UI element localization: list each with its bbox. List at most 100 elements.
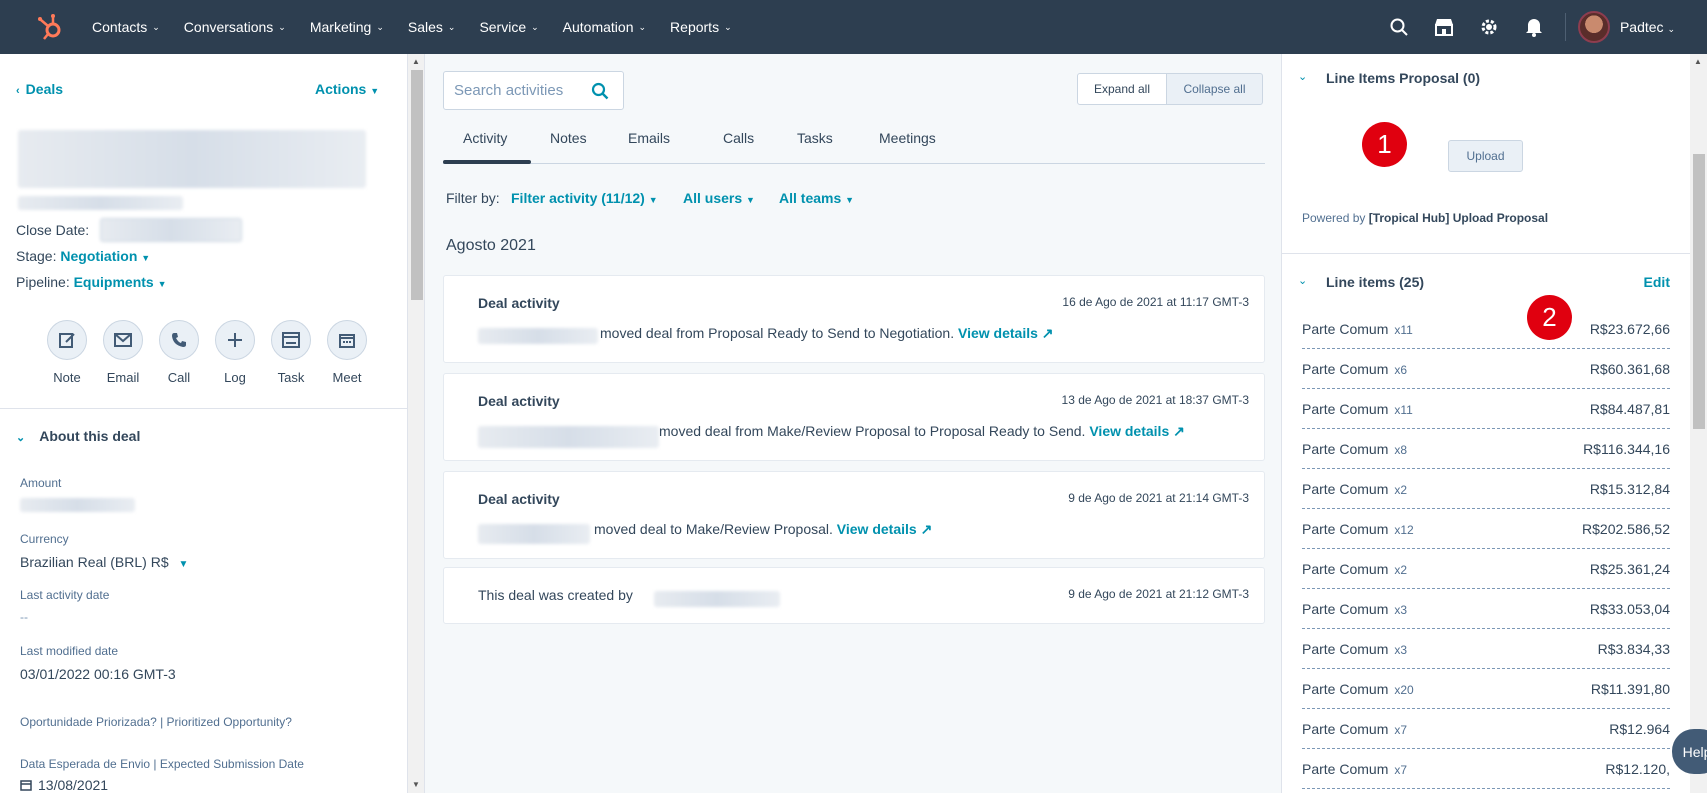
line-item-name: Parte Comum: [1302, 481, 1389, 497]
line-item-price: R$60.361,68: [1589, 361, 1670, 377]
filter-activity-dropdown[interactable]: Filter activity (11/12) ▼: [511, 190, 658, 206]
activity-timeline: Search activities Expand all Collapse al…: [426, 54, 1279, 793]
upload-button[interactable]: Upload: [1448, 140, 1523, 172]
line-item-qty: x8: [1394, 443, 1408, 457]
line-item-row[interactable]: Parte Comum x6 R$60.361,68: [1302, 349, 1670, 389]
top-nav: Contacts ⌄ Conversations ⌄ Marketing ⌄ Sale…: [0, 0, 1707, 54]
line-item-row[interactable]: Parte Comum x3 R$33.053,04: [1302, 589, 1670, 629]
line-item-row[interactable]: Parte Comum x3 R$3.834,33: [1302, 629, 1670, 669]
right-scrollbar[interactable]: ▲: [1690, 54, 1707, 793]
chevron-down-icon[interactable]: ⌄: [1298, 274, 1307, 287]
search-icon[interactable]: [591, 82, 609, 103]
line-item-name: Parte Comum: [1302, 761, 1389, 777]
close-date-field[interactable]: [100, 218, 242, 242]
line-item-qty: x2: [1394, 563, 1408, 577]
line-item-row[interactable]: Parte Comum x8 R$116.344,16: [1302, 429, 1670, 469]
nav-reports[interactable]: Reports ⌄: [670, 19, 732, 35]
stage-dropdown[interactable]: Negotiation: [60, 248, 137, 264]
log-button[interactable]: Log: [215, 320, 255, 385]
user-name-redacted[interactable]: [478, 426, 659, 448]
expand-all-button[interactable]: Expand all: [1077, 73, 1167, 105]
email-button[interactable]: Email: [103, 320, 143, 385]
search-icon[interactable]: [1377, 0, 1422, 54]
task-window-icon: [271, 320, 311, 360]
external-link-icon: ↗: [1173, 423, 1185, 439]
tab-emails[interactable]: Emails: [628, 130, 670, 146]
hubspot-logo-icon[interactable]: [36, 12, 66, 42]
help-button[interactable]: Help: [1672, 729, 1707, 774]
all-users-dropdown[interactable]: All users ▼: [683, 190, 755, 206]
line-item-qty: x2: [1394, 483, 1408, 497]
line-item-row[interactable]: Parte Comum x12 R$202.586,52: [1302, 509, 1670, 549]
nav-sales[interactable]: Sales ⌄: [408, 19, 456, 35]
scroll-thumb[interactable]: [1693, 154, 1705, 429]
view-details-link[interactable]: View details ↗: [958, 325, 1054, 341]
avatar[interactable]: [1577, 11, 1610, 43]
activity-tabs: Activity Notes Emails Calls Tasks Meetin…: [443, 120, 1265, 164]
activity-card[interactable]: Deal activity 13 de Ago de 2021 at 18:37…: [443, 373, 1265, 461]
envelope-icon: [103, 320, 143, 360]
view-details-link[interactable]: View details ↗: [837, 521, 933, 537]
tab-notes[interactable]: Notes: [550, 130, 587, 146]
note-button[interactable]: Note: [47, 320, 87, 385]
notifications-bell-icon[interactable]: [1512, 0, 1557, 54]
line-item-row[interactable]: Parte Comum x11 R$84.487,81: [1302, 389, 1670, 429]
activity-card[interactable]: Deal activity 16 de Ago de 2021 at 11:17…: [443, 275, 1265, 363]
powered-by-app-link[interactable]: [Tropical Hub] Upload Proposal: [1369, 211, 1548, 225]
line-item-row[interactable]: Parte Comum x7 R$12.964: [1302, 709, 1670, 749]
edit-line-items-link[interactable]: Edit: [1644, 274, 1670, 290]
tab-calls[interactable]: Calls: [723, 130, 754, 146]
line-item-row[interactable]: Parte Comum x7 R$12.120,: [1302, 749, 1670, 789]
plus-icon: [215, 320, 255, 360]
section-divider: [0, 408, 407, 409]
search-activities-input[interactable]: Search activities: [443, 71, 624, 110]
meet-button[interactable]: Meet: [327, 320, 367, 385]
left-scrollbar[interactable]: ▲ ▼: [408, 54, 425, 793]
pipeline-dropdown[interactable]: Equipments: [74, 274, 154, 290]
line-item-row[interactable]: Parte Comum x2 R$25.361,24: [1302, 549, 1670, 589]
task-button[interactable]: Task: [271, 320, 311, 385]
scroll-up-arrow-icon[interactable]: ▲: [412, 57, 420, 66]
view-details-link[interactable]: View details ↗: [1089, 423, 1185, 439]
scroll-up-arrow-icon[interactable]: ▲: [1694, 57, 1702, 66]
actions-dropdown[interactable]: Actions ▼: [315, 81, 379, 97]
line-item-row[interactable]: Parte Comum x20 R$11.391,80: [1302, 669, 1670, 709]
line-item-row[interactable]: Parte Comum x11 R$23.672,66: [1302, 309, 1670, 349]
line-item-row[interactable]: Parte Comum x2 R$15.312,84: [1302, 469, 1670, 509]
nav-service[interactable]: Service ⌄: [479, 19, 538, 35]
currency-dropdown[interactable]: Brazilian Real (BRL) R$ ▼: [20, 554, 188, 570]
activity-card[interactable]: Deal activity 9 de Ago de 2021 at 21:14 …: [443, 471, 1265, 559]
deal-name-redacted: [18, 130, 366, 188]
last-modified-value: 03/01/2022 00:16 GMT-3: [20, 666, 176, 682]
user-name-redacted[interactable]: [478, 328, 598, 344]
nav-conversations[interactable]: Conversations ⌄: [184, 19, 286, 35]
external-link-icon: ↗: [1041, 325, 1054, 341]
tab-activity[interactable]: Activity: [463, 130, 507, 146]
tab-tasks[interactable]: Tasks: [797, 130, 833, 146]
nav-contacts[interactable]: Contacts ⌄: [92, 19, 160, 35]
creator-name-redacted[interactable]: [654, 591, 780, 607]
account-menu[interactable]: Padtec ⌄: [1620, 19, 1675, 35]
about-section-toggle[interactable]: ⌄ About this deal: [16, 428, 140, 444]
scroll-down-arrow-icon[interactable]: ▼: [412, 780, 420, 789]
nav-automation[interactable]: Automation ⌄: [563, 19, 646, 35]
line-items-header[interactable]: Line items (25): [1326, 274, 1424, 290]
line-item-name: Parte Comum: [1302, 361, 1389, 377]
line-item-price: R$11.391,80: [1590, 681, 1670, 697]
scroll-thumb[interactable]: [411, 70, 423, 300]
call-button[interactable]: Call: [159, 320, 199, 385]
deal-subtitle-redacted: [18, 196, 183, 210]
all-teams-dropdown[interactable]: All teams ▼: [779, 190, 854, 206]
settings-gear-icon[interactable]: [1467, 0, 1512, 54]
back-to-deals-link[interactable]: ‹ Deals: [16, 81, 63, 97]
line-items-proposal-header[interactable]: Line Items Proposal (0): [1326, 70, 1480, 86]
user-name-redacted[interactable]: [478, 524, 590, 544]
marketplace-icon[interactable]: [1422, 0, 1467, 54]
nav-marketing[interactable]: Marketing ⌄: [310, 19, 384, 35]
line-item-price: R$3.834,33: [1597, 641, 1670, 657]
amount-value-redacted[interactable]: [20, 498, 135, 512]
tab-meetings[interactable]: Meetings: [879, 130, 936, 146]
chevron-down-icon[interactable]: ⌄: [1298, 70, 1307, 83]
expected-date-value[interactable]: 13/08/2021: [20, 777, 108, 793]
collapse-all-button[interactable]: Collapse all: [1166, 73, 1263, 105]
